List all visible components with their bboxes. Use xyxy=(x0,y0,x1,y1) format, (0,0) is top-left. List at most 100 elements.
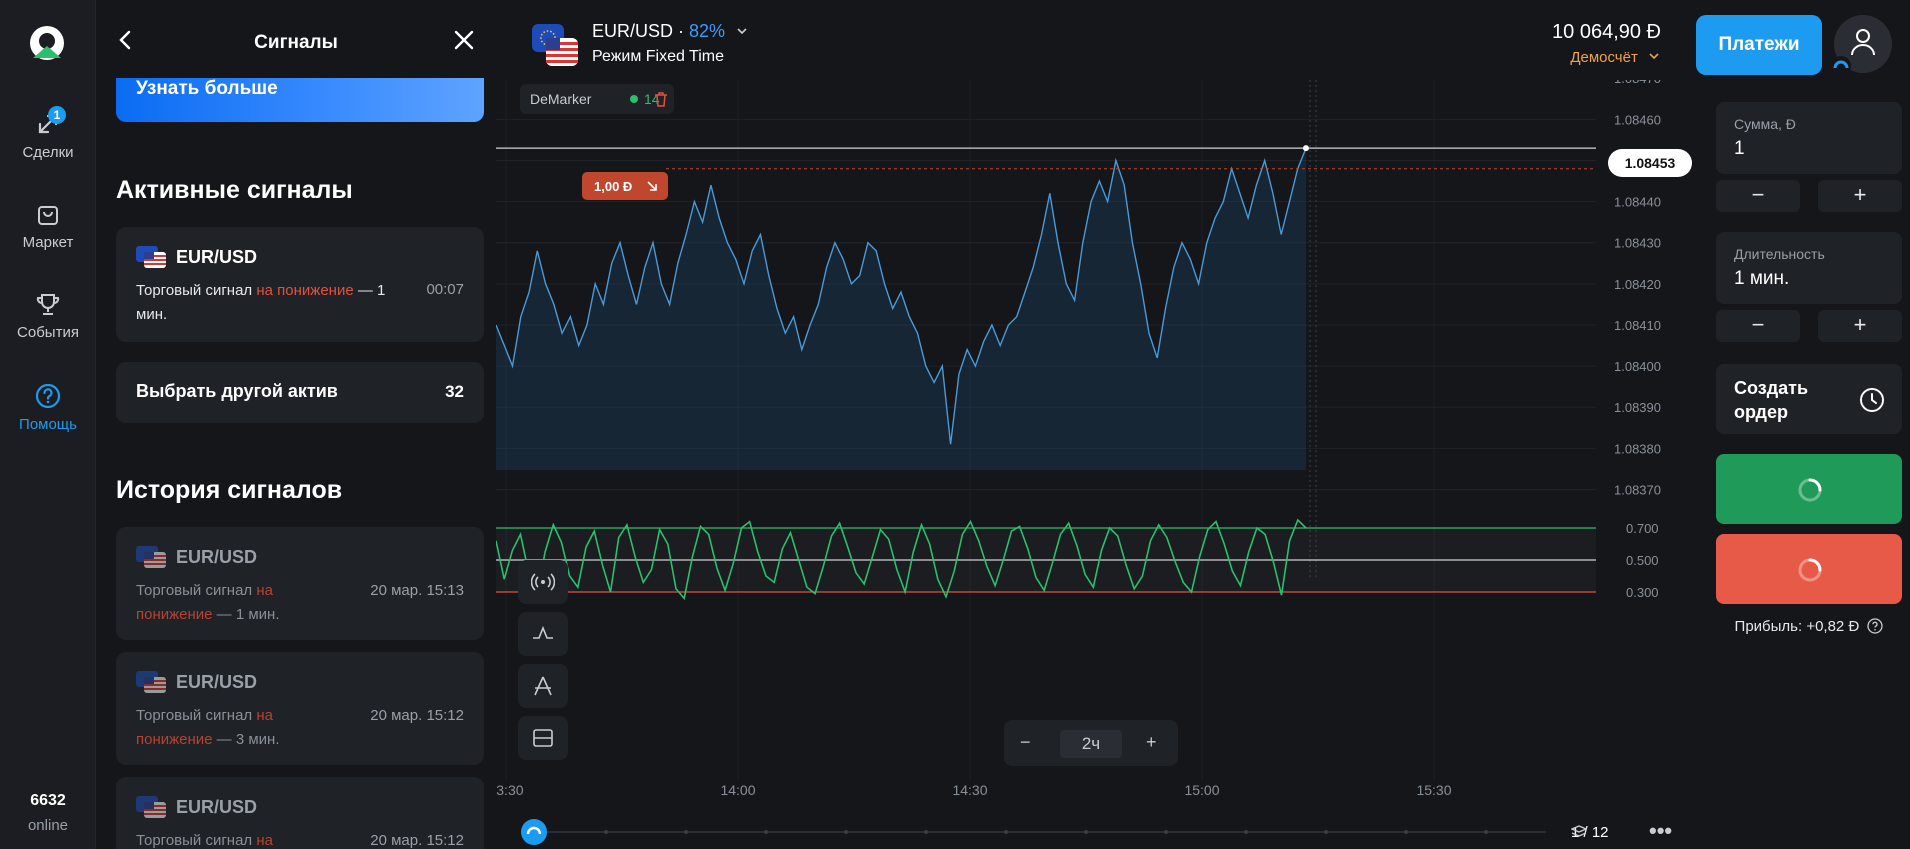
chart-type-tool-button[interactable] xyxy=(518,716,568,760)
zoom-out-button[interactable]: − xyxy=(1020,732,1031,753)
indicator-line-icon xyxy=(533,625,553,639)
asset-selector[interactable]: EUR/USD · 82% xyxy=(592,21,748,42)
history-time: 20 мар. 15:12 xyxy=(370,707,464,724)
price-tick-label: 1.08410 xyxy=(1614,318,1661,333)
indicator-color-dot xyxy=(630,95,638,103)
current-price-dot xyxy=(1303,145,1309,152)
shopping-bag-icon xyxy=(38,206,58,225)
amount-field[interactable]: Сумма, Ð 1 xyxy=(1716,102,1902,174)
loading-spinner-icon xyxy=(1798,478,1822,502)
asset-payout: 82% xyxy=(689,21,726,41)
time-tick-label: 15:30 xyxy=(1416,782,1451,798)
nav-trades[interactable]: 1 Сделки xyxy=(0,106,96,161)
timeline-tick xyxy=(924,830,928,834)
history-text: Торговый сигнал на понижение — 1 мин. xyxy=(136,579,336,627)
price-tick-label: 1.08380 xyxy=(1614,441,1661,456)
choose-asset-label: Выбрать другой актив xyxy=(136,381,338,401)
nav-help-label: Помощь xyxy=(19,416,77,433)
price-tick-label: 1.08370 xyxy=(1614,482,1661,497)
eur-usd-flag-icon[interactable] xyxy=(532,24,578,66)
create-order-label: Создать ордер xyxy=(1734,378,1809,422)
price-chart[interactable]: 1.084701.084601.084501.084401.084301.084… xyxy=(496,80,1706,849)
timeline-tick xyxy=(1244,830,1248,834)
current-price-tag: 1.08453 xyxy=(1608,149,1692,177)
trading-mode: Режим Fixed Time xyxy=(592,48,725,65)
nav-help[interactable]: Помощь xyxy=(0,382,96,433)
learn-more-label: Узнать больше xyxy=(136,78,278,99)
price-tick-label: 1.08460 xyxy=(1614,112,1661,127)
history-asset: EUR/USD xyxy=(176,797,258,817)
nav-market[interactable]: Маркет xyxy=(0,200,96,251)
order-amount: 1,00 Ð xyxy=(594,179,633,194)
arrow-down-right-icon xyxy=(647,181,657,191)
timeframe-value[interactable]: 2ч xyxy=(1060,730,1122,758)
level-progress-icon xyxy=(1831,56,1851,76)
eur-usd-flag-icon xyxy=(136,246,166,268)
trash-icon[interactable] xyxy=(654,91,668,107)
history-item[interactable]: EUR/USD Торговый сигнал на 20 мар. 15:12 xyxy=(116,777,484,849)
time-tick-label: 14:30 xyxy=(952,782,987,798)
more-options-button[interactable]: ••• xyxy=(1649,818,1672,844)
nav-events-label: События xyxy=(17,324,79,341)
nav-events[interactable]: События xyxy=(0,290,96,341)
layers-icon xyxy=(1571,825,1587,837)
avatar[interactable] xyxy=(1831,15,1892,76)
asset-separator: · xyxy=(673,21,690,41)
history-time: 20 мар. 15:12 xyxy=(370,832,464,849)
price-tick-label: 1.08400 xyxy=(1614,359,1661,374)
timeline-tick xyxy=(684,830,688,834)
eur-usd-flag-icon xyxy=(136,546,166,568)
indicators-tool-button[interactable] xyxy=(518,612,568,656)
signal-text: Торговый сигнал на понижение — 1 мин. xyxy=(136,279,386,327)
account-selector[interactable]: Демосчёт xyxy=(1570,49,1660,66)
choose-asset-button[interactable]: Выбрать другой актив 32 xyxy=(116,362,484,423)
drawing-tool-button[interactable] xyxy=(518,664,568,708)
trades-count-badge: 1 xyxy=(48,106,66,124)
help-icon[interactable] xyxy=(1867,618,1884,634)
order-price-tag[interactable]: 1,00 Ð xyxy=(582,172,668,200)
chevron-down-icon xyxy=(737,28,747,35)
duration-field[interactable]: Длительность 1 мин. xyxy=(1716,232,1902,304)
signals-tool-button[interactable] xyxy=(518,560,568,604)
asset-name: EUR/USD xyxy=(592,21,674,41)
history-item[interactable]: EUR/USD Торговый сигнал на понижение — 3… xyxy=(116,652,484,765)
close-icon[interactable] xyxy=(452,28,476,52)
time-tick-label: 15:00 xyxy=(1184,782,1219,798)
signals-panel: Сигналы Узнать больше Активные сигналы E… xyxy=(96,0,496,849)
create-order-button[interactable]: Создать ордер xyxy=(1716,364,1902,434)
amount-value[interactable]: 1 xyxy=(1734,138,1745,160)
signals-panel-header: Сигналы xyxy=(96,0,496,78)
layout-icon xyxy=(533,729,553,747)
indicator-chip[interactable]: DeMarker 14 xyxy=(520,84,674,114)
price-tick-label: 1.08390 xyxy=(1614,400,1661,415)
account-balance: 10 064,90 Ð xyxy=(1552,21,1661,43)
sell-down-button[interactable] xyxy=(1716,534,1902,604)
zoom-in-button[interactable]: + xyxy=(1146,732,1157,753)
amount-increase-button[interactable]: + xyxy=(1818,180,1902,212)
top-bar: EUR/USD · 82% Режим Fixed Time 10 064,90… xyxy=(496,0,1910,80)
duration-increase-button[interactable]: + xyxy=(1818,310,1902,342)
active-signals-title: Активные сигналы xyxy=(116,176,353,204)
loading-spinner-icon xyxy=(1798,558,1822,582)
history-text-prefix: Торговый сигнал xyxy=(136,707,257,724)
duration-value[interactable]: 1 мин. xyxy=(1734,268,1789,290)
amount-decrease-button[interactable]: − xyxy=(1716,180,1800,212)
history-asset: EUR/USD xyxy=(176,672,258,692)
logo-icon[interactable] xyxy=(28,24,66,62)
history-direction: на xyxy=(256,832,273,849)
history-title: История сигналов xyxy=(116,476,343,504)
signals-panel-title: Сигналы xyxy=(254,32,338,53)
duration-decrease-button[interactable]: − xyxy=(1716,310,1800,342)
payments-button[interactable]: Платежи xyxy=(1696,15,1822,75)
nav-trades-label: Сделки xyxy=(22,144,74,161)
active-signal-card[interactable]: EUR/USD Торговый сигнал на понижение — 1… xyxy=(116,227,484,342)
buy-up-button[interactable] xyxy=(1716,454,1902,524)
timeframe-control: − 2ч + xyxy=(1004,720,1178,766)
timeline-tick xyxy=(1324,830,1328,834)
chart-pager[interactable]: 1 / 12 xyxy=(1571,824,1609,841)
timeline-tick xyxy=(1164,830,1168,834)
online-label: online xyxy=(27,817,69,834)
signal-text-prefix: Торговый сигнал xyxy=(136,282,257,299)
history-text: Торговый сигнал на понижение — 3 мин. xyxy=(136,704,336,752)
history-item[interactable]: EUR/USD Торговый сигнал на понижение — 1… xyxy=(116,527,484,640)
